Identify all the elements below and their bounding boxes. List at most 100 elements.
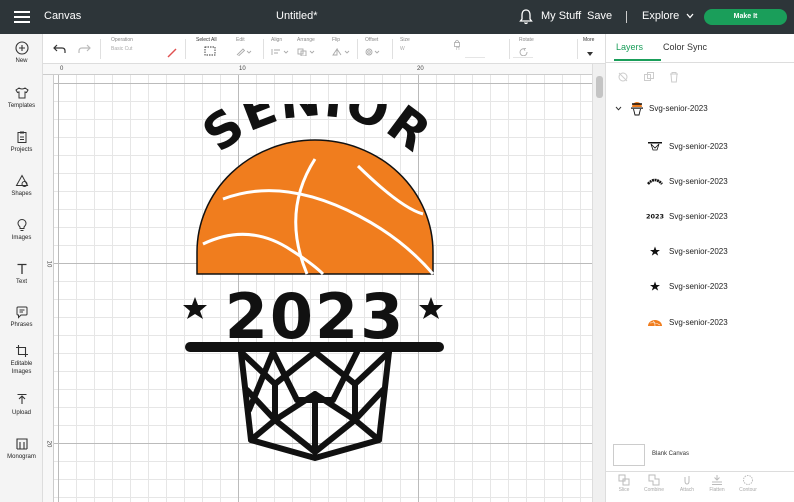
hamburger-icon[interactable] <box>14 11 30 23</box>
scrollbar-thumb[interactable] <box>596 76 603 98</box>
sidebar-item-upload[interactable]: Upload <box>0 393 43 417</box>
star-icon <box>650 246 660 256</box>
duplicate-icon[interactable] <box>643 71 655 83</box>
flatten-button[interactable]: Flatten <box>704 474 730 493</box>
attach-button[interactable]: Attach <box>674 474 700 493</box>
combine-button[interactable]: Combine <box>641 474 667 493</box>
year-text-icon: 2023 <box>646 213 664 221</box>
group-name: Svg-senior-2023 <box>649 104 708 113</box>
lock-icon[interactable] <box>453 39 461 47</box>
sidebar-item-text[interactable]: Text <box>0 262 43 286</box>
ruler-number: 20 <box>45 440 52 448</box>
crop-icon <box>15 345 28 357</box>
sidebar-item-label: Upload <box>11 410 31 416</box>
lightbulb-icon <box>16 218 27 231</box>
pen-color-icon[interactable] <box>167 48 177 58</box>
top-bar: Canvas Untitled* My Stuff Save Explore M… <box>0 0 794 34</box>
slice-label: Slice <box>618 487 630 493</box>
sidebar-item-label: Monogram <box>7 454 36 460</box>
design-canvas[interactable]: 0 10 20 10 20 SENIOR <box>43 64 592 502</box>
group-layers-icon[interactable] <box>617 71 629 83</box>
undo-icon[interactable] <box>53 43 67 54</box>
bell-icon[interactable] <box>519 9 533 25</box>
half-basketball <box>196 139 435 276</box>
sidebar-item-editable-images[interactable]: Editable Images <box>0 344 43 376</box>
panel-divider <box>606 62 794 63</box>
width-input[interactable] <box>465 50 485 58</box>
sidebar-item-phrases[interactable]: Phrases <box>0 305 43 329</box>
my-stuff-link[interactable]: My Stuff <box>541 10 581 22</box>
active-tab-indicator <box>614 59 661 61</box>
save-link[interactable]: Save <box>587 10 612 22</box>
offset-icon <box>365 48 380 56</box>
align-label: Align <box>271 37 283 43</box>
operation-dropdown[interactable]: Operation Basic Cut <box>111 37 133 52</box>
offset-button[interactable]: Offset <box>365 37 381 61</box>
flatten-label: Flatten <box>709 487 725 493</box>
text-icon <box>17 263 26 274</box>
vertical-ruler: 10 20 <box>43 75 54 502</box>
layer-name: Svg-senior-2023 <box>669 212 728 221</box>
sidebar-item-shapes[interactable]: Shapes <box>0 174 43 198</box>
left-star <box>183 297 207 319</box>
contour-label: Contour <box>739 487 757 493</box>
senior-2023-artwork[interactable]: SENIOR 2023 <box>183 104 448 464</box>
toolbar-divider <box>263 39 264 59</box>
sidebar-item-images[interactable]: Images <box>0 218 43 242</box>
flatten-icon <box>712 475 722 485</box>
flip-icon <box>332 47 350 56</box>
rotate-control[interactable]: Rotate <box>519 37 534 61</box>
explore-label: Explore <box>642 10 680 22</box>
contour-button[interactable]: Contour <box>735 474 761 493</box>
speech-bubble-icon <box>16 306 27 319</box>
toolbar-divider <box>577 39 578 59</box>
upload-icon <box>17 393 26 404</box>
panel-divider <box>606 471 794 472</box>
attach-label: Attach <box>679 487 695 493</box>
more-label: More <box>583 37 595 43</box>
canvas-vertical-scrollbar[interactable] <box>592 64 605 502</box>
shapes-icon <box>15 174 28 187</box>
group-thumbnail-icon <box>631 102 643 116</box>
toolbar-divider <box>100 39 101 59</box>
delete-icon[interactable] <box>668 71 680 83</box>
combine-label: Combine <box>643 487 664 493</box>
arrange-dropdown[interactable]: Arrange <box>297 37 315 61</box>
sidebar-item-monogram[interactable]: Monogram <box>0 437 43 461</box>
tab-layers[interactable]: Layers <box>616 42 643 52</box>
make-it-button[interactable]: Make It <box>704 9 787 25</box>
align-icon <box>271 49 289 55</box>
flip-label: Flip <box>332 37 341 43</box>
sidebar-item-label: Images <box>11 235 32 241</box>
chevron-down-icon <box>686 13 694 19</box>
slice-button[interactable]: Slice <box>611 474 637 493</box>
more-dropdown[interactable]: More <box>583 37 594 61</box>
size-label: Size <box>400 37 410 43</box>
tab-color-sync[interactable]: Color Sync <box>663 42 707 52</box>
redo-icon[interactable] <box>77 43 91 54</box>
align-dropdown[interactable]: Align <box>271 37 289 61</box>
app-title: Canvas <box>44 10 82 22</box>
sidebar-item-label: Shapes <box>11 191 32 197</box>
edit-icon <box>236 48 252 57</box>
sidebar-item-projects[interactable]: Projects <box>0 130 43 154</box>
document-title[interactable]: Untitled* <box>276 10 318 22</box>
explore-dropdown[interactable]: Explore <box>642 10 694 22</box>
edit-dropdown[interactable]: Edit <box>236 37 252 61</box>
ruler-number: 20 <box>417 66 424 72</box>
toolbar-divider <box>392 39 393 59</box>
select-all-label: Select All <box>196 37 217 43</box>
sidebar-item-templates[interactable]: Templates <box>0 86 43 110</box>
layer-name: Svg-senior-2023 <box>669 142 728 151</box>
hoop-net <box>238 349 392 461</box>
edit-label: Edit <box>236 37 245 43</box>
blank-canvas-swatch[interactable] <box>613 444 645 466</box>
shirt-icon <box>14 87 29 99</box>
caret-down-icon <box>587 52 593 56</box>
select-all-button[interactable]: Select All <box>196 37 217 61</box>
chevron-down-icon[interactable] <box>615 106 622 111</box>
sidebar-item-label: Editable Images <box>10 361 33 375</box>
flip-dropdown[interactable]: Flip <box>332 37 350 61</box>
sidebar-item-new[interactable]: New <box>0 41 43 65</box>
sidebar-item-label: New <box>15 58 28 64</box>
